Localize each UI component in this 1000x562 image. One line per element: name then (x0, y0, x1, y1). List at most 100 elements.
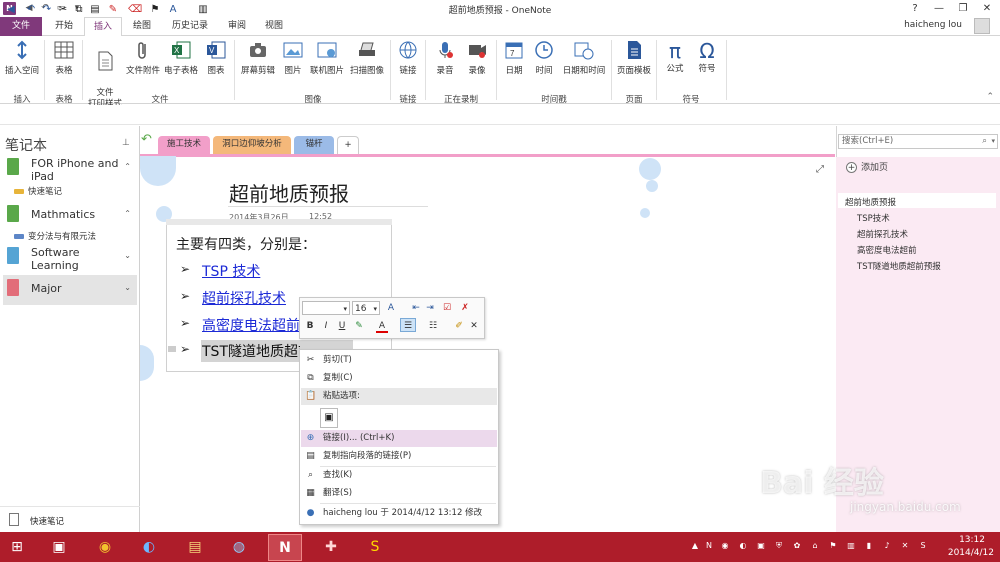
checkbox-tag-icon[interactable]: ☑ (440, 301, 454, 315)
desktop-app-icon[interactable]: ▣ (42, 534, 76, 561)
add-section-button[interactable]: + (337, 136, 359, 154)
clock-date[interactable]: 2014/4/12 (948, 548, 994, 558)
menu-item-translate[interactable]: ▦ 翻译(S) (301, 485, 497, 502)
link-button[interactable]: 链接 (394, 40, 422, 77)
table-button[interactable]: 表格 (48, 40, 80, 77)
chevron-down-icon[interactable]: ⌄ (124, 283, 131, 292)
tray-icon[interactable]: ◐ (738, 541, 748, 551)
tray-icon[interactable]: ⌂ (810, 541, 820, 551)
close-button[interactable]: ✕ (976, 0, 998, 17)
format-painter-icon[interactable]: ▤ (88, 3, 102, 17)
flag-icon[interactable]: ⚑ (828, 541, 838, 551)
picture-button[interactable]: 图片 (280, 40, 306, 77)
page-item[interactable]: 超前地质预报 (845, 196, 896, 208)
shield-icon[interactable]: ⛨ (774, 541, 784, 551)
list-item-link[interactable]: TSP 技术 (202, 261, 260, 281)
tab-review[interactable]: 审阅 (222, 17, 252, 36)
collapse-ribbon-icon[interactable]: ⌃ (986, 92, 994, 102)
font-family-select[interactable]: ▾ (302, 301, 350, 315)
tab-file[interactable]: 文件 (0, 17, 42, 36)
highlight-icon[interactable]: ✎ (352, 319, 366, 333)
page-template-button[interactable]: 页面模板 (614, 40, 654, 77)
datetime-button[interactable]: 日期和时间 (560, 40, 608, 77)
onenote-taskbar-icon[interactable]: N (268, 534, 302, 561)
windows-start-icon[interactable]: ⊞ (0, 534, 34, 561)
clear-format-icon[interactable]: ✗ (458, 301, 472, 315)
symbol-button[interactable]: Ω 符号 (692, 40, 722, 75)
volume-icon[interactable]: ♪ (882, 541, 892, 551)
pin-icon[interactable]: ⊥ (122, 138, 130, 148)
grow-font-icon[interactable]: A (384, 301, 398, 315)
notebook-item-software[interactable]: Software Learning ⌄ (3, 243, 137, 273)
equation-button[interactable]: π 公式 (660, 40, 690, 75)
bold-button[interactable]: B (304, 319, 316, 333)
navigate-back-icon[interactable]: ↶ (141, 132, 152, 147)
list-item-link[interactable]: 高密度电法超前 (202, 315, 300, 335)
menu-item-find[interactable]: ⌕ 查找(K) (301, 467, 497, 484)
font-size-select[interactable]: 16 ▾ (352, 301, 380, 315)
avatar[interactable] (974, 18, 990, 34)
section-item-variational[interactable]: 变分法与有限元法 (14, 230, 96, 242)
note-container-handle[interactable] (166, 219, 392, 225)
date-button[interactable]: 7 日期 (500, 40, 528, 77)
chevron-up-icon[interactable]: ⌃ (124, 162, 131, 171)
attach-file-button[interactable]: 文件附件 (124, 40, 162, 77)
time-button[interactable]: 时间 (530, 40, 558, 77)
numbering-icon[interactable]: ☷ (426, 319, 440, 333)
spreadsheet-button[interactable]: X 电子表格 (162, 40, 200, 77)
redo-icon[interactable]: ↷ (40, 3, 54, 17)
list-item-link[interactable]: 超前探孔技术 (202, 288, 286, 308)
browser-icon[interactable]: ◐ (132, 534, 166, 561)
page-item[interactable]: 高密度电法超前 (857, 244, 917, 256)
add-page-button[interactable]: + 添加页 (846, 160, 888, 173)
online-picture-button[interactable]: 联机图片 (306, 40, 348, 77)
list-item-selected[interactable]: TST隧道地质超前预报 (202, 341, 300, 361)
restore-button[interactable]: ❐ (952, 0, 974, 17)
tab-view[interactable]: 视图 (258, 17, 290, 36)
record-audio-button[interactable]: 录音 (430, 40, 460, 77)
network-icon[interactable]: ▮ (864, 541, 874, 551)
app-icon[interactable]: ◍ (222, 534, 256, 561)
page-item[interactable]: TST隧道地质超前预报 (857, 260, 941, 272)
page-item[interactable]: 超前探孔技术 (857, 228, 908, 240)
back-icon[interactable]: ◀ (4, 3, 18, 17)
note-intro[interactable]: 主要有四类，分别是： (176, 234, 316, 254)
tag-icon[interactable]: ⚑ (148, 3, 162, 17)
minimize-button[interactable]: — (928, 0, 950, 17)
section-tab-anchor[interactable]: 锚杆 (294, 136, 334, 154)
page-item[interactable]: TSP技术 (857, 212, 890, 224)
tray-icon[interactable]: N (704, 541, 714, 551)
eraser-icon[interactable]: ⌫ (128, 3, 142, 17)
bullets-icon[interactable]: ☰ (400, 318, 416, 332)
delete-icon[interactable]: ✕ (468, 319, 480, 333)
format-painter-icon[interactable]: ✐ (452, 319, 466, 333)
font-color-button[interactable]: A (376, 319, 388, 333)
pen-icon[interactable]: ✎ (106, 3, 120, 17)
underline-button[interactable]: U (336, 319, 348, 333)
font-size-icon[interactable]: A (166, 3, 180, 17)
tray-icon[interactable]: ◉ (720, 541, 730, 551)
cut-icon[interactable]: ✂ (56, 3, 70, 17)
paste-picture-icon[interactable]: ▣ (320, 408, 338, 428)
menu-item-link[interactable]: ⊕ 链接(I)... (Ctrl+K) (301, 430, 497, 447)
record-video-button[interactable]: 录像 (462, 40, 492, 77)
chevron-down-icon[interactable]: ⌄ (124, 251, 131, 260)
menu-item-copy[interactable]: ⧉ 复制(C) (301, 370, 497, 387)
tab-history[interactable]: 历史记录 (164, 17, 216, 36)
chevron-up-icon[interactable]: ⌃ (124, 209, 131, 218)
insert-space-button[interactable]: 插入空间 (2, 40, 42, 77)
menu-item-cut[interactable]: ✂ 剪切(T) (301, 352, 497, 369)
paragraph-handle[interactable] (168, 346, 176, 352)
tray-icon[interactable]: ✿ (792, 541, 802, 551)
help-button[interactable]: ? (904, 0, 926, 17)
copy-icon[interactable]: ⧉ (72, 3, 86, 17)
file-explorer-icon[interactable]: ▤ (178, 534, 212, 561)
notebook-item-iphone[interactable]: FOR iPhone and iPad ⌃ (3, 154, 137, 184)
undo-icon[interactable]: ↶ (24, 3, 38, 17)
section-tab-construction[interactable]: 施工技术 (158, 136, 210, 154)
notebook-item-major[interactable]: Major ⌄ (3, 275, 137, 305)
increase-indent-icon[interactable]: ⇥ (424, 301, 436, 315)
chart-button[interactable]: V 图表 (200, 40, 232, 77)
screen-clip-button[interactable]: 屏幕剪辑 (238, 40, 278, 77)
page-title[interactable]: 超前地质预报 (229, 178, 349, 207)
